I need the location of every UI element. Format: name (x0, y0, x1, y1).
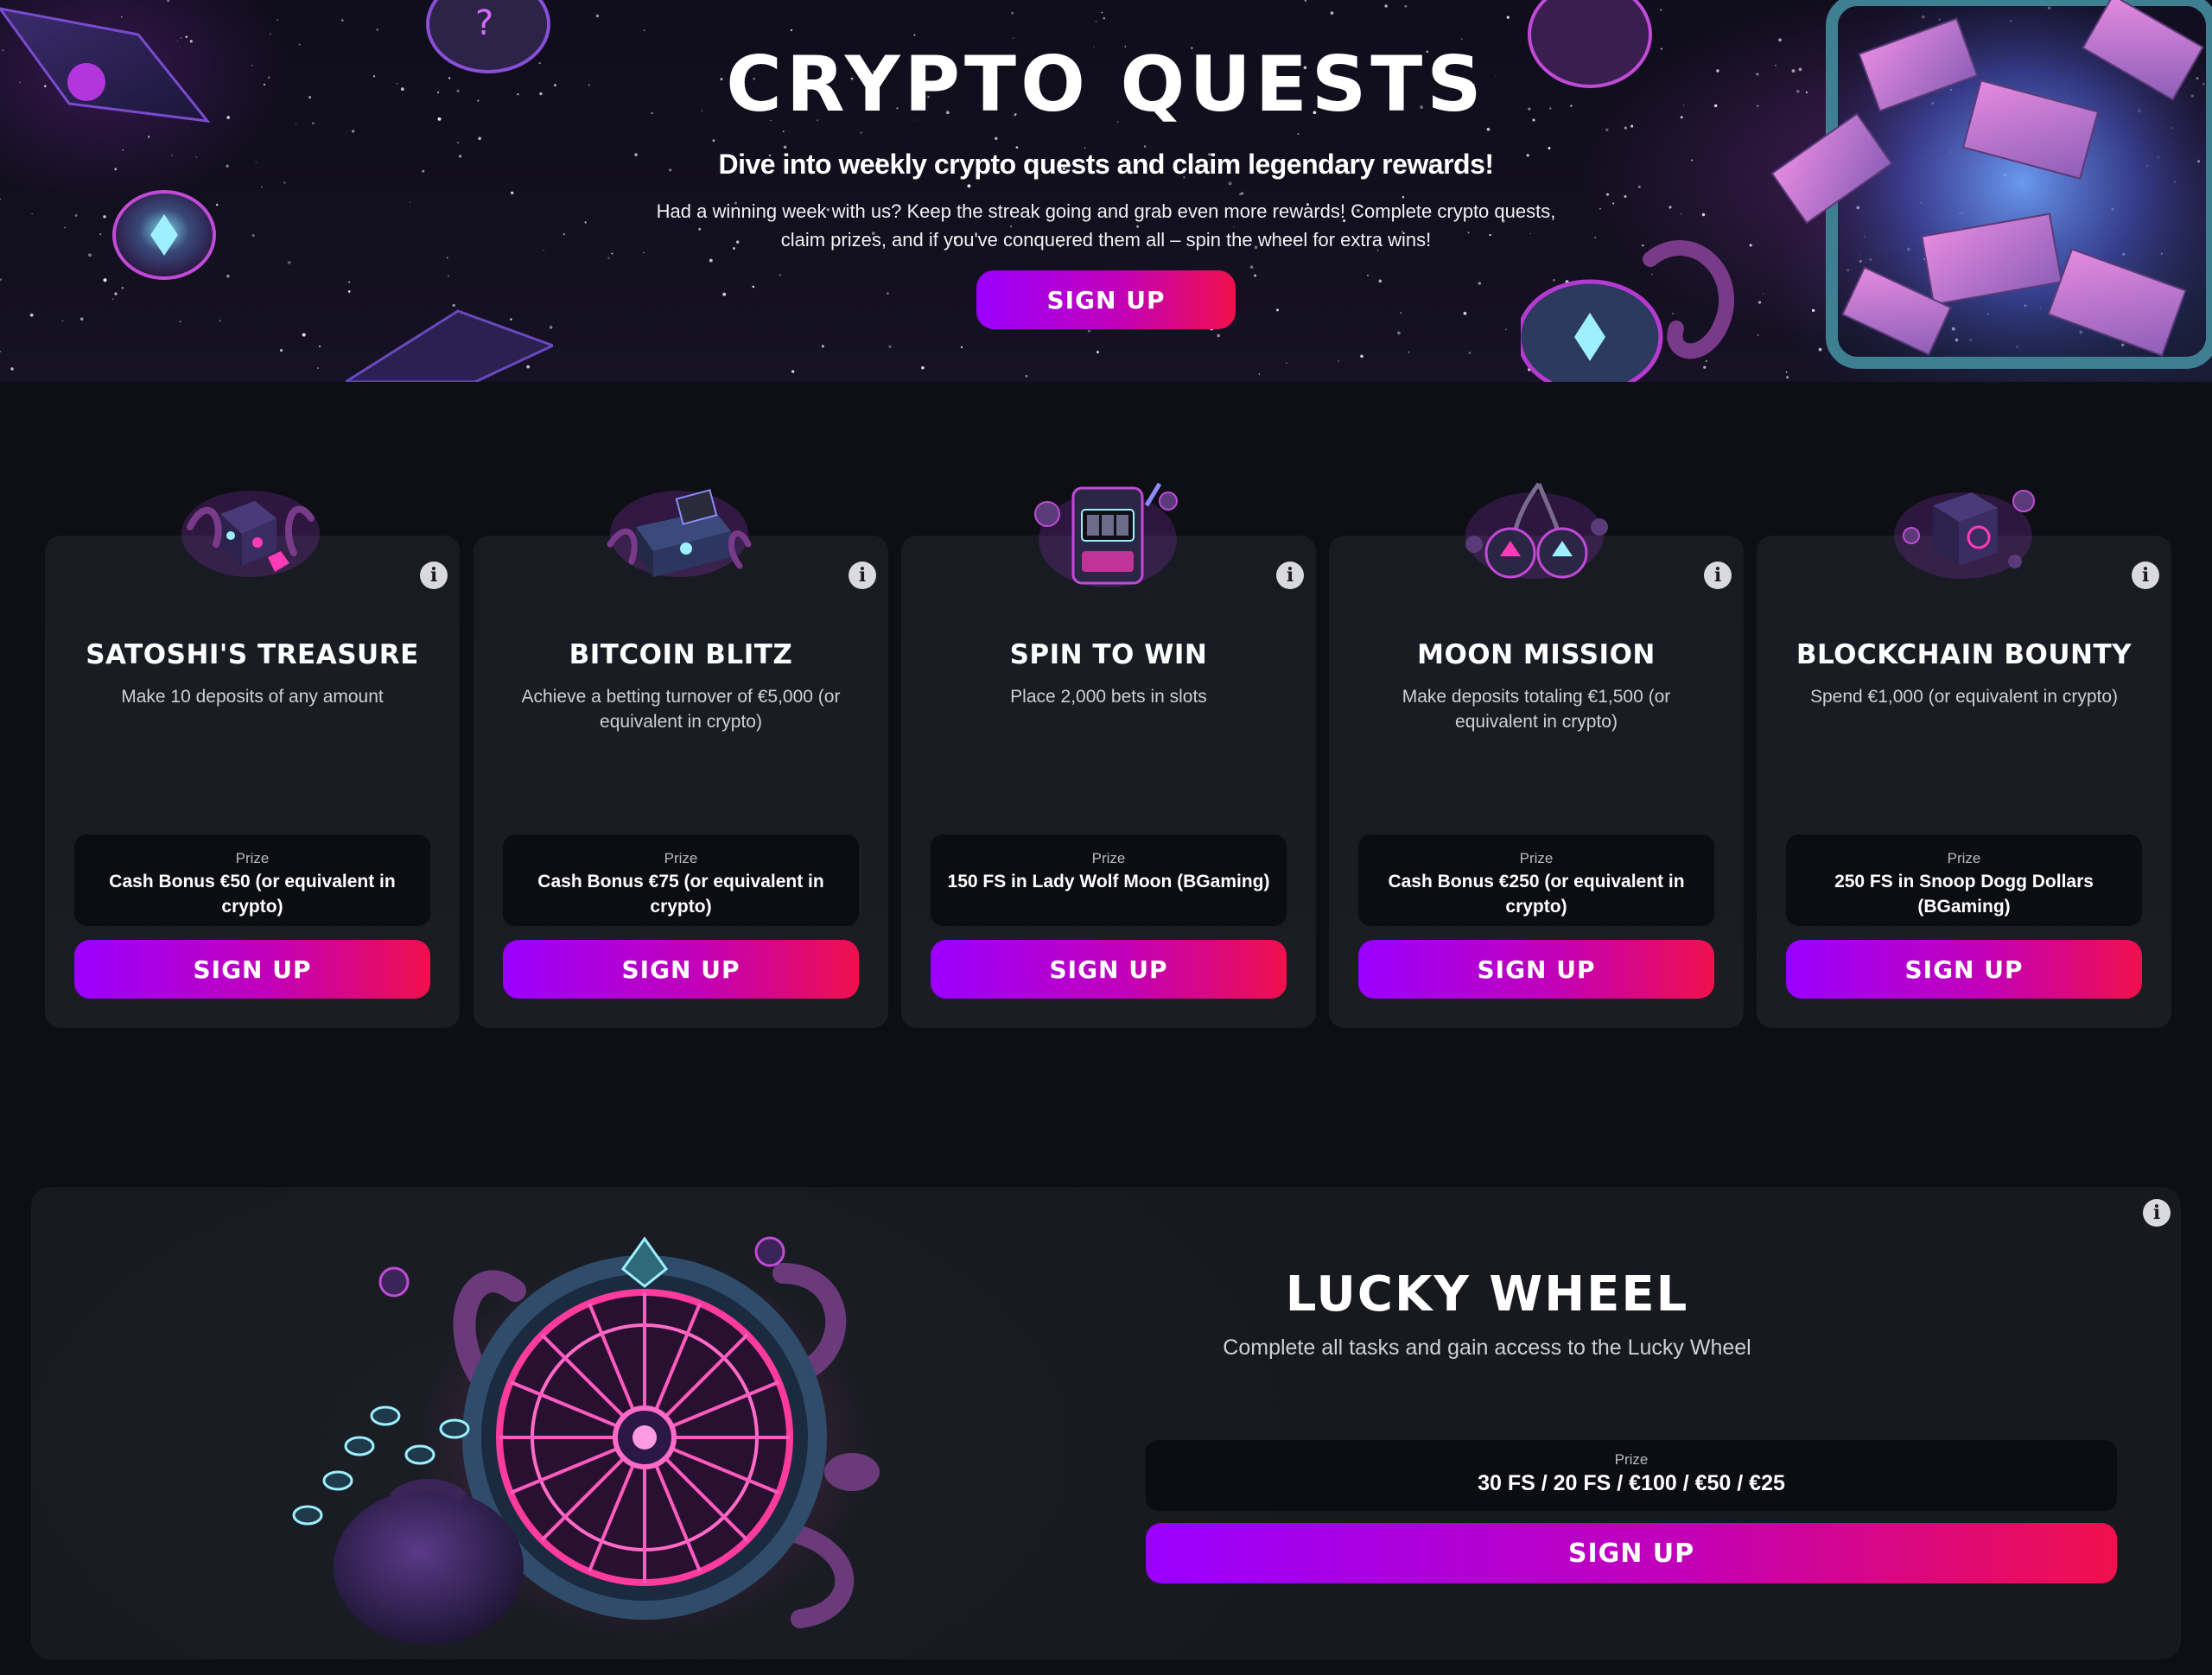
info-icon[interactable]: i (1704, 562, 1732, 589)
lucky-wheel-icon (292, 1236, 880, 1645)
lucky-wheel-panel: i LUCKY WHEEL Complete all tasks and gai… (31, 1187, 2181, 1659)
quest-description: Achieve a betting turnover of €5,000 (or… (521, 687, 841, 732)
prize-label: Prize (1947, 850, 1981, 866)
info-icon[interactable]: i (1276, 562, 1304, 589)
hero-banner: ? CRYPTO QUESTS Dive into weekly crypto … (0, 0, 2212, 382)
lucky-wheel-signup-button[interactable]: SIGN UP (1146, 1523, 2117, 1583)
prize-box: Prize Cash Bonus €50 (or equivalent in c… (74, 834, 430, 926)
hero-content: CRYPTO QUESTS Dive into weekly crypto qu… (0, 0, 2212, 382)
quest-title: BITCOIN BLITZ (569, 639, 793, 670)
quest-card-blockchain-bounty: i BLOCKCHAIN BOUNTY Spend €1,000 (or equ… (1757, 536, 2171, 1028)
info-icon[interactable]: i (2143, 1199, 2171, 1227)
quest-description: Spend €1,000 (or equivalent in crypto) (1809, 687, 2119, 707)
quest-card-moon-mission: i MOON MISSION Make deposits totaling €1… (1329, 536, 1744, 1028)
quest-signup-button[interactable]: SIGN UP (503, 940, 859, 999)
hero-signup-button[interactable]: SIGN UP (976, 270, 1236, 329)
prize-label: Prize (1091, 850, 1126, 866)
prize-label: Prize (1519, 850, 1554, 866)
quest-signup-button[interactable]: SIGN UP (74, 940, 430, 999)
prize-box: Prize Cash Bonus €250 (or equivalent in … (1358, 834, 1714, 926)
prize-label: Prize (1614, 1451, 1649, 1468)
prize-box: Prize 30 FS / 20 FS / €100 / €50 / €25 (1146, 1440, 2117, 1511)
prize-label: Prize (664, 850, 698, 866)
quest-signup-button[interactable]: SIGN UP (1786, 940, 2142, 999)
quest-description: Place 2,000 bets in slots (1010, 687, 1207, 707)
quest-cards: i SATOSHI'S TREASURE Make 10 deposits of… (0, 466, 2212, 1037)
prize-box: Prize Cash Bonus €75 (or equivalent in c… (503, 834, 859, 926)
hero-description: Had a winning week with us? Keep the str… (656, 200, 1556, 251)
info-icon[interactable]: i (849, 562, 876, 589)
quest-signup-button[interactable]: SIGN UP (1358, 940, 1714, 999)
prize-value: Cash Bonus €250 (or equivalent in crypto… (1388, 872, 1685, 917)
info-icon[interactable]: i (420, 562, 448, 589)
treasure-dice-icon (181, 491, 320, 577)
crypto-quests-page: ? CRYPTO QUESTS Dive into weekly crypto … (0, 0, 2212, 1675)
prize-box: Prize 150 FS in Lady Wolf Moon (BGaming) (931, 834, 1287, 926)
quest-card-satoshis-treasure: i SATOSHI'S TREASURE Make 10 deposits of… (45, 536, 460, 1028)
prize-value: 250 FS in Snoop Dogg Dollars (BGaming) (1834, 872, 2094, 917)
quest-signup-button[interactable]: SIGN UP (931, 940, 1287, 999)
quest-card-spin-to-win: i SPIN TO WIN Place 2,000 bets in slots … (901, 536, 1316, 1028)
lucky-wheel-description: Complete all tasks and gain access to th… (1223, 1336, 1751, 1360)
quest-title: MOON MISSION (1417, 639, 1656, 670)
quest-description: Make 10 deposits of any amount (121, 687, 384, 707)
quest-card-bitcoin-blitz: i BITCOIN BLITZ Achieve a betting turnov… (474, 536, 888, 1028)
prize-box: Prize 250 FS in Snoop Dogg Dollars (BGam… (1786, 834, 2142, 926)
prize-value: Cash Bonus €50 (or equivalent in crypto) (109, 872, 396, 917)
hero-title: CRYPTO QUESTS (726, 40, 1486, 129)
crypto-cube-icon (1894, 490, 2035, 579)
prize-value: 150 FS in Lady Wolf Moon (BGaming) (947, 872, 1270, 891)
slot-machine-icon (1034, 482, 1178, 587)
quest-description: Make deposits totaling €1,500 (or equiva… (1402, 687, 1671, 732)
quest-title: SATOSHI'S TREASURE (86, 639, 419, 670)
hero-subtitle: Dive into weekly crypto quests and claim… (718, 149, 1494, 180)
treasure-chest-icon (607, 489, 752, 577)
prize-label: Prize (235, 850, 270, 866)
info-icon[interactable]: i (2132, 562, 2159, 589)
prize-value: Cash Bonus €75 (or equivalent in crypto) (537, 872, 824, 917)
quest-title: BLOCKCHAIN BOUNTY (1796, 639, 2133, 670)
quest-title: SPIN TO WIN (1009, 639, 1208, 670)
cherries-icon (1465, 482, 1608, 579)
prize-value: 30 FS / 20 FS / €100 / €50 / €25 (1478, 1471, 1785, 1495)
lucky-wheel-title: LUCKY WHEEL (1285, 1266, 1689, 1323)
